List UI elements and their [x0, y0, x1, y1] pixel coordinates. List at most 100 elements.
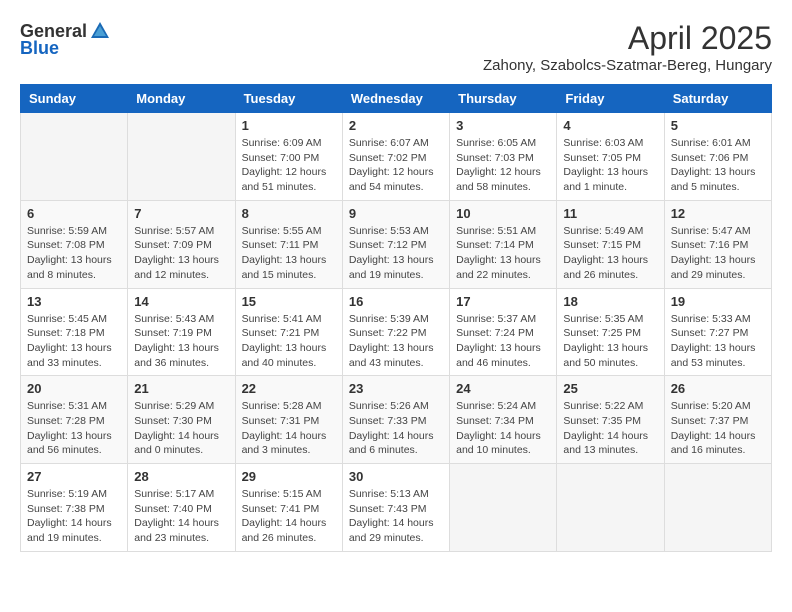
calendar-week-row: 20Sunrise: 5:31 AM Sunset: 7:28 PM Dayli…: [21, 376, 772, 464]
day-number: 29: [242, 469, 336, 484]
day-info: Sunrise: 5:31 AM Sunset: 7:28 PM Dayligh…: [27, 399, 121, 458]
calendar-day-cell: 6 Sunrise: 5:59 AM Sunset: 7:08 PM Daylig…: [21, 200, 128, 288]
calendar-week-row: 13 Sunrise: 5:45 AM Sunset: 7:18 PM Dayli…: [21, 288, 772, 376]
day-info: Sunrise: 5:35 AM Sunset: 7:25 PM Dayligh…: [563, 312, 657, 371]
day-info: Sunrise: 6:03 AM Sunset: 7:05 PM Dayligh…: [563, 136, 657, 195]
calendar-day-cell: 17Sunrise: 5:37 AM Sunset: 7:24 PM Dayli…: [450, 288, 557, 376]
day-number: 19: [671, 294, 765, 309]
page-header: General Blue April 2025 Zahony, Szabolcs…: [20, 20, 772, 74]
day-info: Sunrise: 5:19 AM Sunset: 7:38 PM Dayligh…: [27, 487, 121, 546]
day-info: Sunrise: 5:13 AM Sunset: 7:43 PM Dayligh…: [349, 487, 443, 546]
day-info: Sunrise: 6:09 AM Sunset: 7:00 PM Dayligh…: [242, 136, 336, 195]
day-info: Sunrise: 5:53 AM Sunset: 7:12 PM Dayligh…: [349, 224, 443, 283]
day-number: 7: [134, 206, 228, 221]
day-info: Sunrise: 6:07 AM Sunset: 7:02 PM Dayligh…: [349, 136, 443, 195]
calendar-day-cell: 18 Sunrise: 5:35 AM Sunset: 7:25 PM Dayli…: [557, 288, 664, 376]
calendar-day-cell: 24 Sunrise: 5:24 AM Sunset: 7:34 PM Dayli…: [450, 376, 557, 464]
day-number: 11: [563, 206, 657, 221]
calendar-week-row: 6 Sunrise: 5:59 AM Sunset: 7:08 PM Daylig…: [21, 200, 772, 288]
day-info: Sunrise: 5:17 AM Sunset: 7:40 PM Dayligh…: [134, 487, 228, 546]
day-info: Sunrise: 5:28 AM Sunset: 7:31 PM Dayligh…: [242, 399, 336, 458]
title-block: April 2025 Zahony, Szabolcs-Szatmar-Bere…: [483, 20, 772, 74]
day-info: Sunrise: 5:24 AM Sunset: 7:34 PM Dayligh…: [456, 399, 550, 458]
calendar-day-cell: 4 Sunrise: 6:03 AM Sunset: 7:05 PM Daylig…: [557, 113, 664, 201]
calendar-day-cell: 28 Sunrise: 5:17 AM Sunset: 7:40 PM Dayli…: [128, 464, 235, 552]
calendar-day-header: Thursday: [450, 85, 557, 113]
calendar-day-cell: 16 Sunrise: 5:39 AM Sunset: 7:22 PM Dayli…: [342, 288, 449, 376]
calendar-day-cell: 11 Sunrise: 5:49 AM Sunset: 7:15 PM Dayli…: [557, 200, 664, 288]
calendar-day-cell: 30 Sunrise: 5:13 AM Sunset: 7:43 PM Dayli…: [342, 464, 449, 552]
calendar-day-cell: 9 Sunrise: 5:53 AM Sunset: 7:12 PM Daylig…: [342, 200, 449, 288]
calendar-day-cell: 8 Sunrise: 5:55 AM Sunset: 7:11 PM Daylig…: [235, 200, 342, 288]
day-info: Sunrise: 5:39 AM Sunset: 7:22 PM Dayligh…: [349, 312, 443, 371]
calendar-day-cell: 5Sunrise: 6:01 AM Sunset: 7:06 PM Daylig…: [664, 113, 771, 201]
day-number: 3: [456, 118, 550, 133]
day-info: Sunrise: 5:59 AM Sunset: 7:08 PM Dayligh…: [27, 224, 121, 283]
day-info: Sunrise: 5:20 AM Sunset: 7:37 PM Dayligh…: [671, 399, 765, 458]
calendar-day-cell: 15Sunrise: 5:41 AM Sunset: 7:21 PM Dayli…: [235, 288, 342, 376]
calendar-day-cell: 23 Sunrise: 5:26 AM Sunset: 7:33 PM Dayli…: [342, 376, 449, 464]
day-info: Sunrise: 5:22 AM Sunset: 7:35 PM Dayligh…: [563, 399, 657, 458]
day-number: 1: [242, 118, 336, 133]
day-number: 12: [671, 206, 765, 221]
day-info: Sunrise: 5:47 AM Sunset: 7:16 PM Dayligh…: [671, 224, 765, 283]
calendar-week-row: 27Sunrise: 5:19 AM Sunset: 7:38 PM Dayli…: [21, 464, 772, 552]
calendar-day-cell: 21 Sunrise: 5:29 AM Sunset: 7:30 PM Dayli…: [128, 376, 235, 464]
day-info: Sunrise: 5:33 AM Sunset: 7:27 PM Dayligh…: [671, 312, 765, 371]
day-info: Sunrise: 5:15 AM Sunset: 7:41 PM Dayligh…: [242, 487, 336, 546]
day-info: Sunrise: 5:55 AM Sunset: 7:11 PM Dayligh…: [242, 224, 336, 283]
day-info: Sunrise: 5:57 AM Sunset: 7:09 PM Dayligh…: [134, 224, 228, 283]
page-subtitle: Zahony, Szabolcs-Szatmar-Bereg, Hungary: [483, 57, 772, 74]
day-number: 8: [242, 206, 336, 221]
day-number: 23: [349, 381, 443, 396]
day-info: Sunrise: 5:41 AM Sunset: 7:21 PM Dayligh…: [242, 312, 336, 371]
calendar-day-header: Friday: [557, 85, 664, 113]
day-info: Sunrise: 5:29 AM Sunset: 7:30 PM Dayligh…: [134, 399, 228, 458]
day-number: 25: [563, 381, 657, 396]
day-number: 16: [349, 294, 443, 309]
day-number: 24: [456, 381, 550, 396]
calendar-week-row: 1 Sunrise: 6:09 AM Sunset: 7:00 PM Daylig…: [21, 113, 772, 201]
day-number: 2: [349, 118, 443, 133]
calendar-day-cell: 27Sunrise: 5:19 AM Sunset: 7:38 PM Dayli…: [21, 464, 128, 552]
calendar-day-cell: 1 Sunrise: 6:09 AM Sunset: 7:00 PM Daylig…: [235, 113, 342, 201]
calendar-day-cell: 22 Sunrise: 5:28 AM Sunset: 7:31 PM Dayli…: [235, 376, 342, 464]
day-number: 17: [456, 294, 550, 309]
calendar-day-cell: 29 Sunrise: 5:15 AM Sunset: 7:41 PM Dayli…: [235, 464, 342, 552]
calendar-day-header: Sunday: [21, 85, 128, 113]
calendar-day-cell: 19 Sunrise: 5:33 AM Sunset: 7:27 PM Dayli…: [664, 288, 771, 376]
day-number: 10: [456, 206, 550, 221]
day-info: Sunrise: 5:43 AM Sunset: 7:19 PM Dayligh…: [134, 312, 228, 371]
calendar-day-cell: 2 Sunrise: 6:07 AM Sunset: 7:02 PM Daylig…: [342, 113, 449, 201]
day-number: 18: [563, 294, 657, 309]
day-number: 6: [27, 206, 121, 221]
day-number: 30: [349, 469, 443, 484]
day-info: Sunrise: 5:51 AM Sunset: 7:14 PM Dayligh…: [456, 224, 550, 283]
calendar-day-cell: 12 Sunrise: 5:47 AM Sunset: 7:16 PM Dayli…: [664, 200, 771, 288]
day-number: 14: [134, 294, 228, 309]
day-number: 22: [242, 381, 336, 396]
calendar-day-cell: 13 Sunrise: 5:45 AM Sunset: 7:18 PM Dayli…: [21, 288, 128, 376]
calendar-day-cell: 26Sunrise: 5:20 AM Sunset: 7:37 PM Dayli…: [664, 376, 771, 464]
day-number: 4: [563, 118, 657, 133]
calendar-day-cell: [557, 464, 664, 552]
day-number: 9: [349, 206, 443, 221]
day-number: 28: [134, 469, 228, 484]
day-info: Sunrise: 5:49 AM Sunset: 7:15 PM Dayligh…: [563, 224, 657, 283]
logo-icon: [89, 20, 111, 42]
day-info: Sunrise: 5:45 AM Sunset: 7:18 PM Dayligh…: [27, 312, 121, 371]
day-info: Sunrise: 6:01 AM Sunset: 7:06 PM Dayligh…: [671, 136, 765, 195]
calendar-day-cell: [450, 464, 557, 552]
day-number: 13: [27, 294, 121, 309]
day-info: Sunrise: 5:26 AM Sunset: 7:33 PM Dayligh…: [349, 399, 443, 458]
calendar-day-cell: 14 Sunrise: 5:43 AM Sunset: 7:19 PM Dayli…: [128, 288, 235, 376]
calendar-day-cell: 10 Sunrise: 5:51 AM Sunset: 7:14 PM Dayli…: [450, 200, 557, 288]
calendar-header-row: SundayMondayTuesdayWednesdayThursdayFrid…: [21, 85, 772, 113]
calendar-day-cell: [128, 113, 235, 201]
calendar-day-cell: [664, 464, 771, 552]
page-title: April 2025: [483, 20, 772, 57]
calendar-day-cell: 25 Sunrise: 5:22 AM Sunset: 7:35 PM Dayli…: [557, 376, 664, 464]
day-number: 21: [134, 381, 228, 396]
calendar-day-cell: 20Sunrise: 5:31 AM Sunset: 7:28 PM Dayli…: [21, 376, 128, 464]
calendar-table: SundayMondayTuesdayWednesdayThursdayFrid…: [20, 84, 772, 552]
